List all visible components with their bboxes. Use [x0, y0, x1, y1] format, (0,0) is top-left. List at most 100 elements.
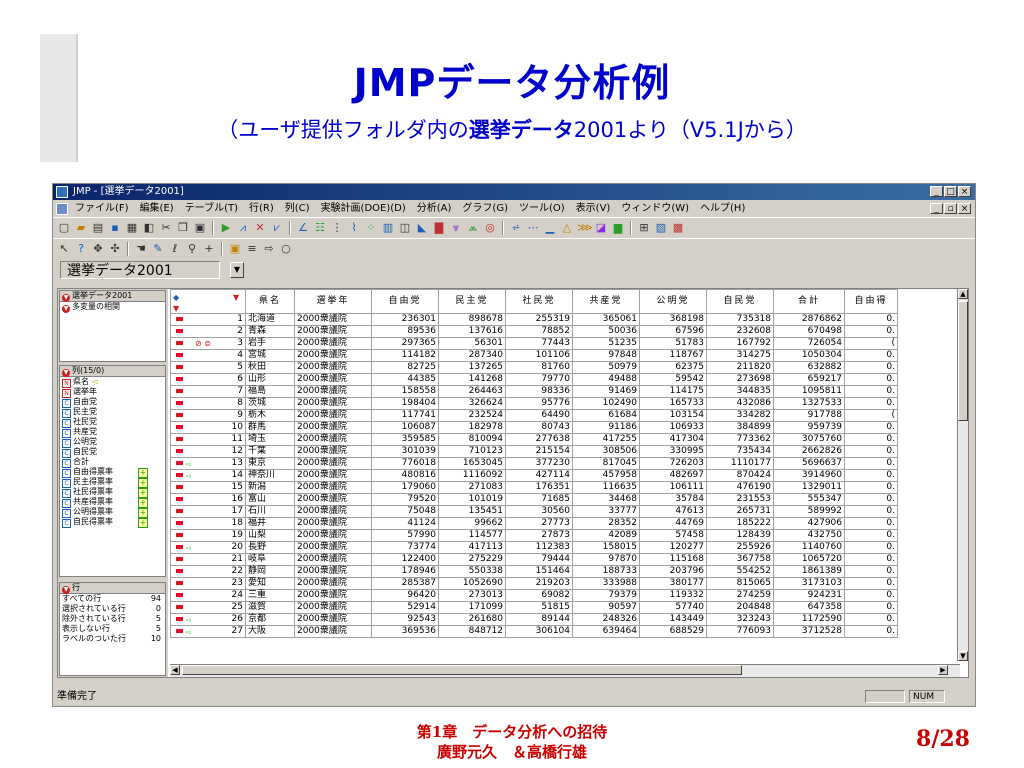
table-cell[interactable]: 山梨: [245, 529, 295, 542]
script-item[interactable]: ▼ 多変量の相関: [60, 302, 165, 313]
table-cell[interactable]: 岐阜: [245, 553, 295, 566]
table-cell[interactable]: 44769: [639, 517, 707, 530]
row-number[interactable]: 10: [170, 421, 246, 434]
table-row[interactable]: ◅ 27 大阪 2000衆議院 369536 848712 306104 639464 6885…: [170, 625, 898, 638]
table-cell[interactable]: 659217: [773, 373, 845, 386]
table-cell[interactable]: 773362: [706, 433, 774, 446]
table-cell[interactable]: 神奈川: [245, 469, 295, 482]
table-cell[interactable]: 135451: [438, 505, 506, 518]
table-cell[interactable]: 114577: [438, 529, 506, 542]
table-cell[interactable]: 千葉: [245, 445, 295, 458]
table-cell[interactable]: 368198: [639, 313, 707, 326]
row-number[interactable]: 17: [170, 505, 246, 518]
table-cell[interactable]: 茨城: [245, 397, 295, 410]
column-header[interactable]: 民主党: [438, 289, 506, 314]
table-cell[interactable]: 0.: [844, 445, 898, 458]
column-item[interactable]: C 公明得票率 +: [60, 507, 165, 518]
table-cell[interactable]: 417255: [572, 433, 640, 446]
table-cell[interactable]: 171099: [438, 601, 506, 614]
table-cell[interactable]: 57990: [371, 529, 439, 542]
table-cell[interactable]: 64490: [505, 409, 573, 422]
row-number[interactable]: 16: [170, 493, 246, 506]
table-cell[interactable]: 80743: [505, 421, 573, 434]
table-cell[interactable]: 1110177: [706, 457, 774, 470]
table-cell[interactable]: 57740: [639, 601, 707, 614]
table-cell[interactable]: 118767: [639, 349, 707, 362]
table-cell[interactable]: 92543: [371, 613, 439, 626]
table-cell[interactable]: 福井: [245, 517, 295, 530]
red-triangle-icon[interactable]: ▼: [62, 369, 70, 377]
table-cell[interactable]: 富山: [245, 493, 295, 506]
table-cell[interactable]: 277638: [505, 433, 573, 446]
table-cell[interactable]: 185222: [706, 517, 774, 530]
table-cell[interactable]: 334282: [706, 409, 774, 422]
row-number[interactable]: ◅ 14: [170, 469, 246, 482]
menu-tools[interactable]: ツール(O): [519, 200, 565, 217]
table-cell[interactable]: 735434: [706, 445, 774, 458]
table-cell[interactable]: 330995: [639, 445, 707, 458]
table-cell[interactable]: 34468: [572, 493, 640, 506]
column-item[interactable]: C 自民得票率 +: [60, 517, 165, 528]
table-cell[interactable]: 219203: [505, 577, 573, 590]
table-cell[interactable]: 1140760: [773, 541, 845, 554]
table-cell[interactable]: 宮城: [245, 349, 295, 362]
table-cell[interactable]: 176351: [505, 481, 573, 494]
table-row[interactable]: 6 山形 2000衆議院 44385 141268 79770 49488 59542 2736…: [170, 373, 898, 386]
table-cell[interactable]: 271083: [438, 481, 506, 494]
grabber-tool-icon[interactable]: ☚: [134, 242, 148, 256]
table-cell[interactable]: 27773: [505, 517, 573, 530]
table-cell[interactable]: 554252: [706, 565, 774, 578]
menu-table[interactable]: テーブル(T): [185, 200, 238, 217]
table-cell[interactable]: 1327533: [773, 397, 845, 410]
table-cell[interactable]: 365061: [572, 313, 640, 326]
doc-minimize-button[interactable]: _: [930, 203, 943, 214]
table-cell[interactable]: 3173103: [773, 577, 845, 590]
table-cell[interactable]: 427114: [505, 469, 573, 482]
column-header[interactable]: 公明党: [639, 289, 707, 314]
scroll-thumb-h[interactable]: [182, 665, 742, 675]
table-row[interactable]: 18 福井 2000衆議院 41124 99662 27773 28352 44769 1852…: [170, 517, 898, 530]
menu-view[interactable]: 表示(V): [576, 200, 611, 217]
table-cell[interactable]: 2000衆議院: [294, 589, 372, 602]
table-cell[interactable]: 710123: [438, 445, 506, 458]
column-item[interactable]: C 社民得票率 +: [60, 487, 165, 498]
row-number[interactable]: ◅ 13: [170, 457, 246, 470]
spinning-plot-icon[interactable]: ◣: [415, 221, 429, 235]
table-cell[interactable]: 1329011: [773, 481, 845, 494]
table-cell[interactable]: 255926: [706, 541, 774, 554]
table-cell[interactable]: 274259: [706, 589, 774, 602]
table-cell[interactable]: 924231: [773, 589, 845, 602]
table-cell[interactable]: 30560: [505, 505, 573, 518]
table-cell[interactable]: 550338: [438, 565, 506, 578]
table-cell[interactable]: 236301: [371, 313, 439, 326]
column-item[interactable]: C 自由得票率 +: [60, 467, 165, 478]
table-cell[interactable]: 137616: [438, 325, 506, 338]
print-icon[interactable]: ▦: [125, 221, 139, 235]
table-cell[interactable]: 384899: [706, 421, 774, 434]
table-cell[interactable]: 77443: [505, 337, 573, 350]
table-cell[interactable]: 106087: [371, 421, 439, 434]
table-cell[interactable]: 647358: [773, 601, 845, 614]
table-cell[interactable]: 73774: [371, 541, 439, 554]
table-cell[interactable]: 0.: [844, 553, 898, 566]
row-number[interactable]: ◅ 20: [170, 541, 246, 554]
table-cell[interactable]: 112383: [505, 541, 573, 554]
table-cell[interactable]: 79520: [371, 493, 439, 506]
table-row[interactable]: ◅ 13 東京 2000衆議院 776018 1653045 377230 817045 726…: [170, 457, 898, 470]
row-number[interactable]: ◅ 26: [170, 613, 246, 626]
table-row[interactable]: 5 秋田 2000衆議院 82725 137265 81760 50979 62375 2118…: [170, 361, 898, 374]
table-cell[interactable]: 122400: [371, 553, 439, 566]
paste-icon[interactable]: ▣: [193, 221, 207, 235]
table-cell[interactable]: 232608: [706, 325, 774, 338]
table-cell[interactable]: 0.: [844, 397, 898, 410]
table-cell[interactable]: 2000衆議院: [294, 601, 372, 614]
variability-icon[interactable]: ⩫: [509, 221, 523, 235]
table-cell[interactable]: 0.: [844, 625, 898, 638]
table-cell[interactable]: 333988: [572, 577, 640, 590]
table-cell[interactable]: 2000衆議院: [294, 469, 372, 482]
table-row[interactable]: 19 山梨 2000衆議院 57990 114577 27873 42089 57458 128…: [170, 529, 898, 542]
table-cell[interactable]: 89536: [371, 325, 439, 338]
row-number[interactable]: 23: [170, 577, 246, 590]
distribution-icon[interactable]: ▶: [219, 221, 233, 235]
table-cell[interactable]: 141268: [438, 373, 506, 386]
